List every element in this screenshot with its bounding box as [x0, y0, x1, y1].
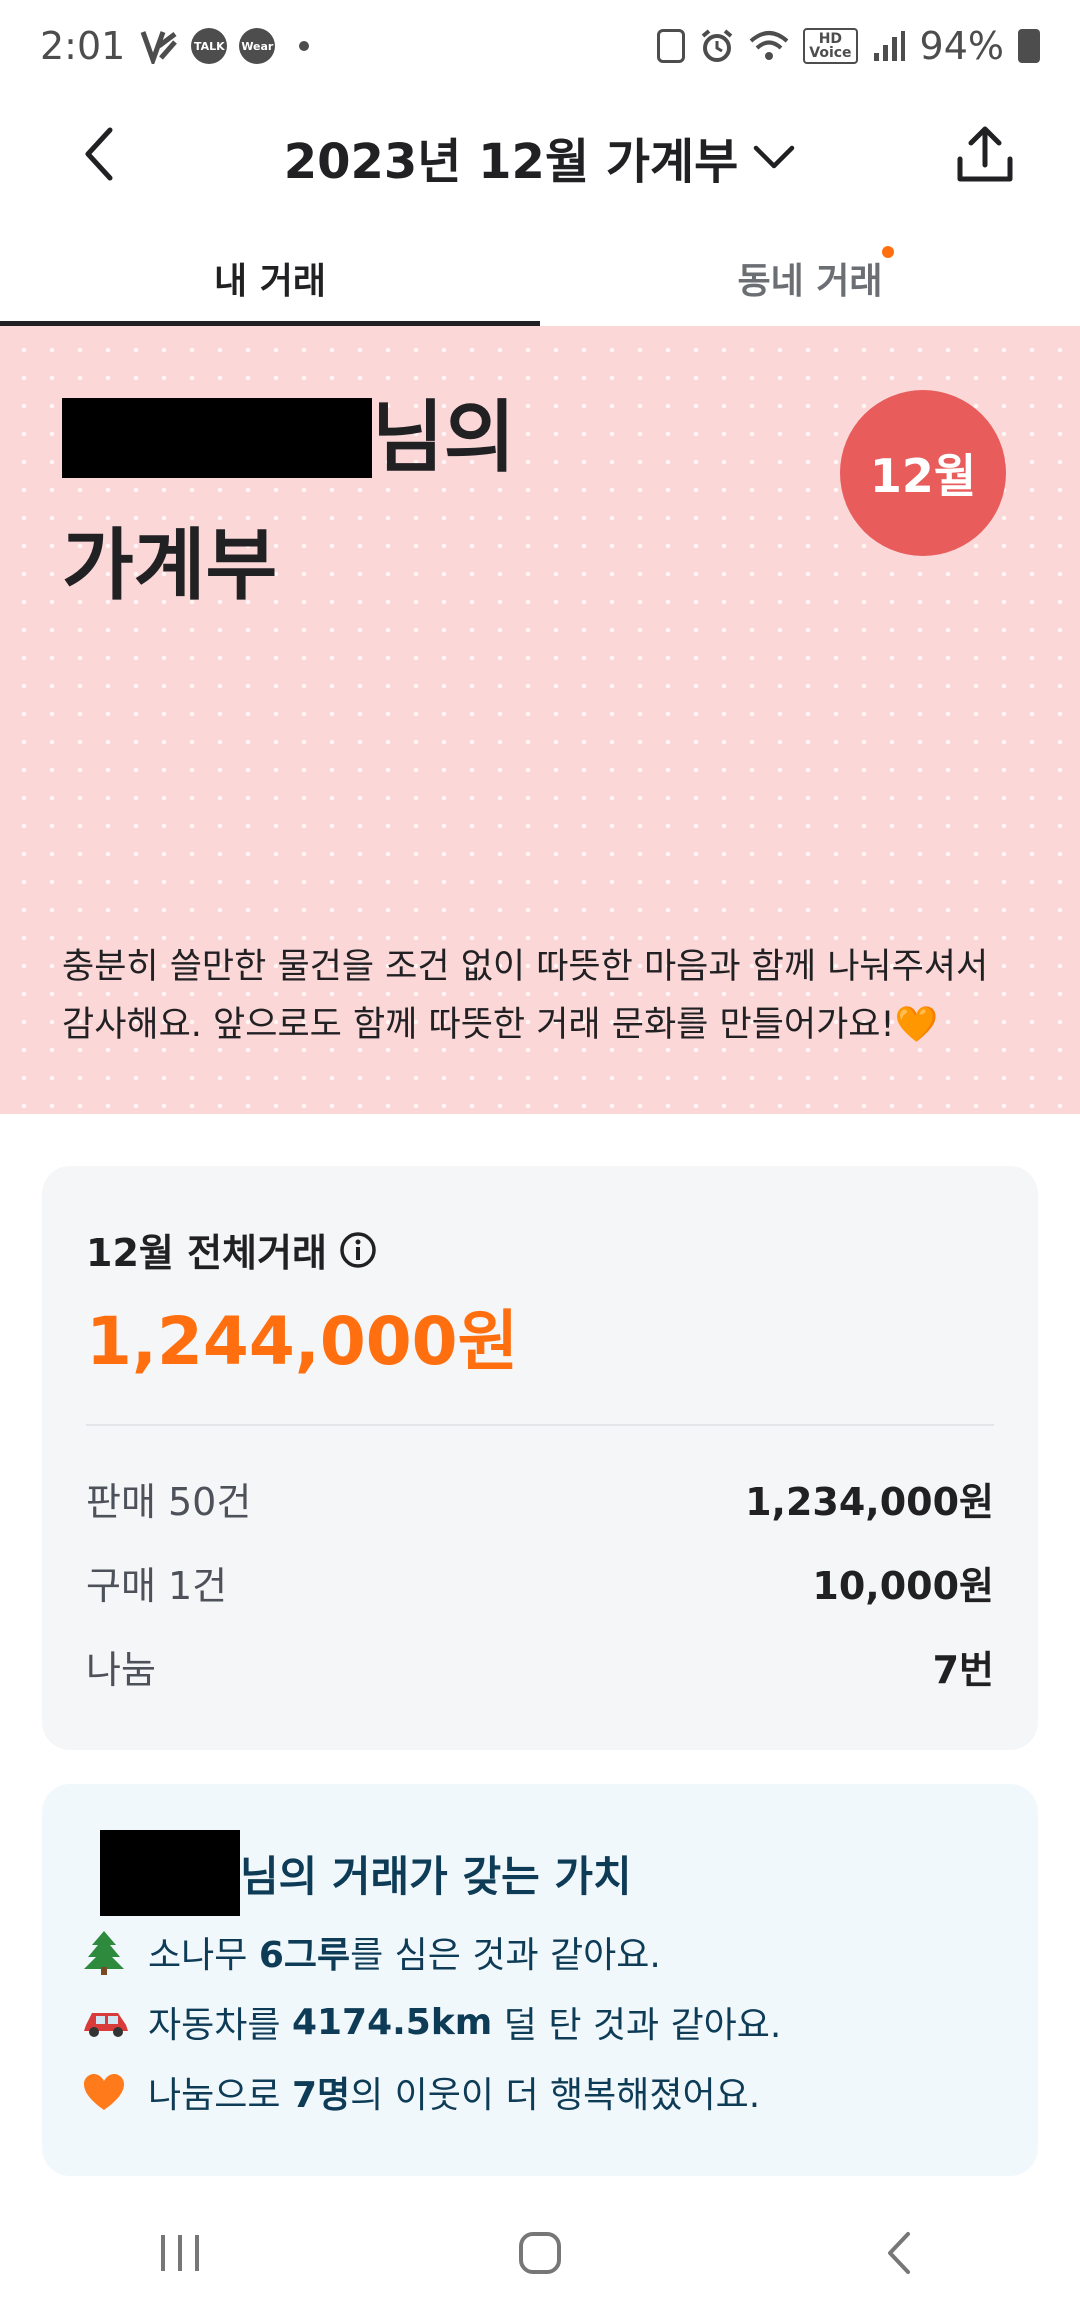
- tree-icon: [82, 1929, 148, 1975]
- tab-label: 내 거래: [214, 261, 326, 302]
- share-icon: [957, 126, 1013, 182]
- recent-apps-button[interactable]: [120, 2208, 240, 2298]
- alarm-icon: [701, 29, 733, 62]
- purchase-row: 구매 1건 10,000원: [86, 1552, 994, 1612]
- tab-my-trades[interactable]: 내 거래: [0, 230, 540, 326]
- hero-title-line2: 가계부: [62, 521, 278, 611]
- total-amount: 1,244,000원: [86, 1303, 519, 1380]
- row-label: 나눔: [86, 1647, 156, 1692]
- row-label: 구매 1건: [86, 1563, 228, 1608]
- summary-title: 12월 전체거래: [86, 1222, 377, 1277]
- hero-description: 충분히 쓸만한 물건을 조건 없이 따뜻한 마음과 함께 나눠주셔서 감사해요.…: [62, 947, 989, 1045]
- car-icon: [82, 2005, 148, 2039]
- new-dot-badge: [882, 246, 894, 258]
- month-selector[interactable]: 2023년 12월 가계부: [0, 122, 1080, 192]
- month-badge: 12월: [840, 390, 1006, 556]
- back-icon: [888, 2232, 910, 2274]
- page-title: 2023년 12월 가계부: [283, 134, 739, 190]
- status-right-icons: HD Voice 94%: [657, 24, 1040, 68]
- tab-bar: 내 거래 동네 거래: [0, 230, 1080, 326]
- talk-icon: TALK: [191, 28, 228, 64]
- tab-label: 동네 거래: [737, 261, 883, 302]
- value-item-neighbors: 나눔으로 7명 의 이웃이 더 행복해졌어요.: [82, 2064, 760, 2120]
- tab-neighborhood-trades[interactable]: 동네 거래: [540, 230, 1080, 326]
- orange-heart-icon: [82, 2072, 148, 2112]
- value-title: 님의 거래가 갖는 가치: [86, 1830, 632, 1916]
- system-back-button[interactable]: [840, 2208, 960, 2298]
- system-nav-bar: [0, 2190, 1080, 2316]
- info-icon[interactable]: [339, 1231, 377, 1269]
- value-item-car: 자동차를 4174.5km 덜 탄 것과 같아요.: [82, 1994, 781, 2050]
- hero-banner: 님의 가계부 12월 충분히 쓸만한 물건을 조건 없이 따뜻한 마음과 함께 …: [0, 326, 1080, 1114]
- wear-icon: Wear: [239, 28, 276, 64]
- card-icon: [657, 29, 686, 63]
- v-app-icon: [140, 31, 178, 64]
- monthly-summary-card: 12월 전체거래 1,244,000원 판매 50건 1,234,000원 구매…: [42, 1166, 1038, 1750]
- status-left-icons: TALK Wear: [139, 28, 310, 64]
- row-value: 1,234,000원: [745, 1479, 994, 1524]
- wifi-icon: [749, 31, 789, 60]
- value-item-trees: 소나무 6그루 를 심은 것과 같아요.: [82, 1924, 661, 1980]
- signal-icon: [873, 31, 905, 61]
- home-button[interactable]: [480, 2208, 600, 2298]
- status-time: 2:01: [40, 24, 126, 68]
- redacted-username: [100, 1830, 240, 1916]
- row-label: 판매 50건: [86, 1479, 252, 1524]
- dot-icon: [299, 41, 310, 51]
- trade-value-card: 님의 거래가 갖는 가치 소나무 6그루 를 심은 것과 같아요. 자동차를 41…: [42, 1784, 1038, 2176]
- redacted-username: [62, 398, 372, 478]
- status-bar: 2:01 TALK Wear HD Voice 94%: [0, 0, 1080, 92]
- recent-apps-icon: [161, 2235, 199, 2271]
- home-icon: [519, 2232, 561, 2274]
- share-button[interactable]: [940, 110, 1030, 200]
- hd-voice-icon: HD Voice: [803, 28, 858, 64]
- row-value: 7번: [932, 1647, 994, 1692]
- battery-percent: 94%: [919, 24, 1004, 68]
- battery-icon: [1018, 29, 1040, 63]
- sales-row: 판매 50건 1,234,000원: [86, 1468, 994, 1528]
- divider: [86, 1424, 994, 1426]
- app-header: 2023년 12월 가계부: [0, 92, 1080, 222]
- chevron-down-icon: [754, 145, 795, 169]
- hero-title-line1: 님의: [62, 388, 516, 488]
- sharing-row: 나눔 7번: [86, 1636, 994, 1696]
- row-value: 10,000원: [812, 1563, 994, 1608]
- name-suffix: 님의: [372, 393, 516, 483]
